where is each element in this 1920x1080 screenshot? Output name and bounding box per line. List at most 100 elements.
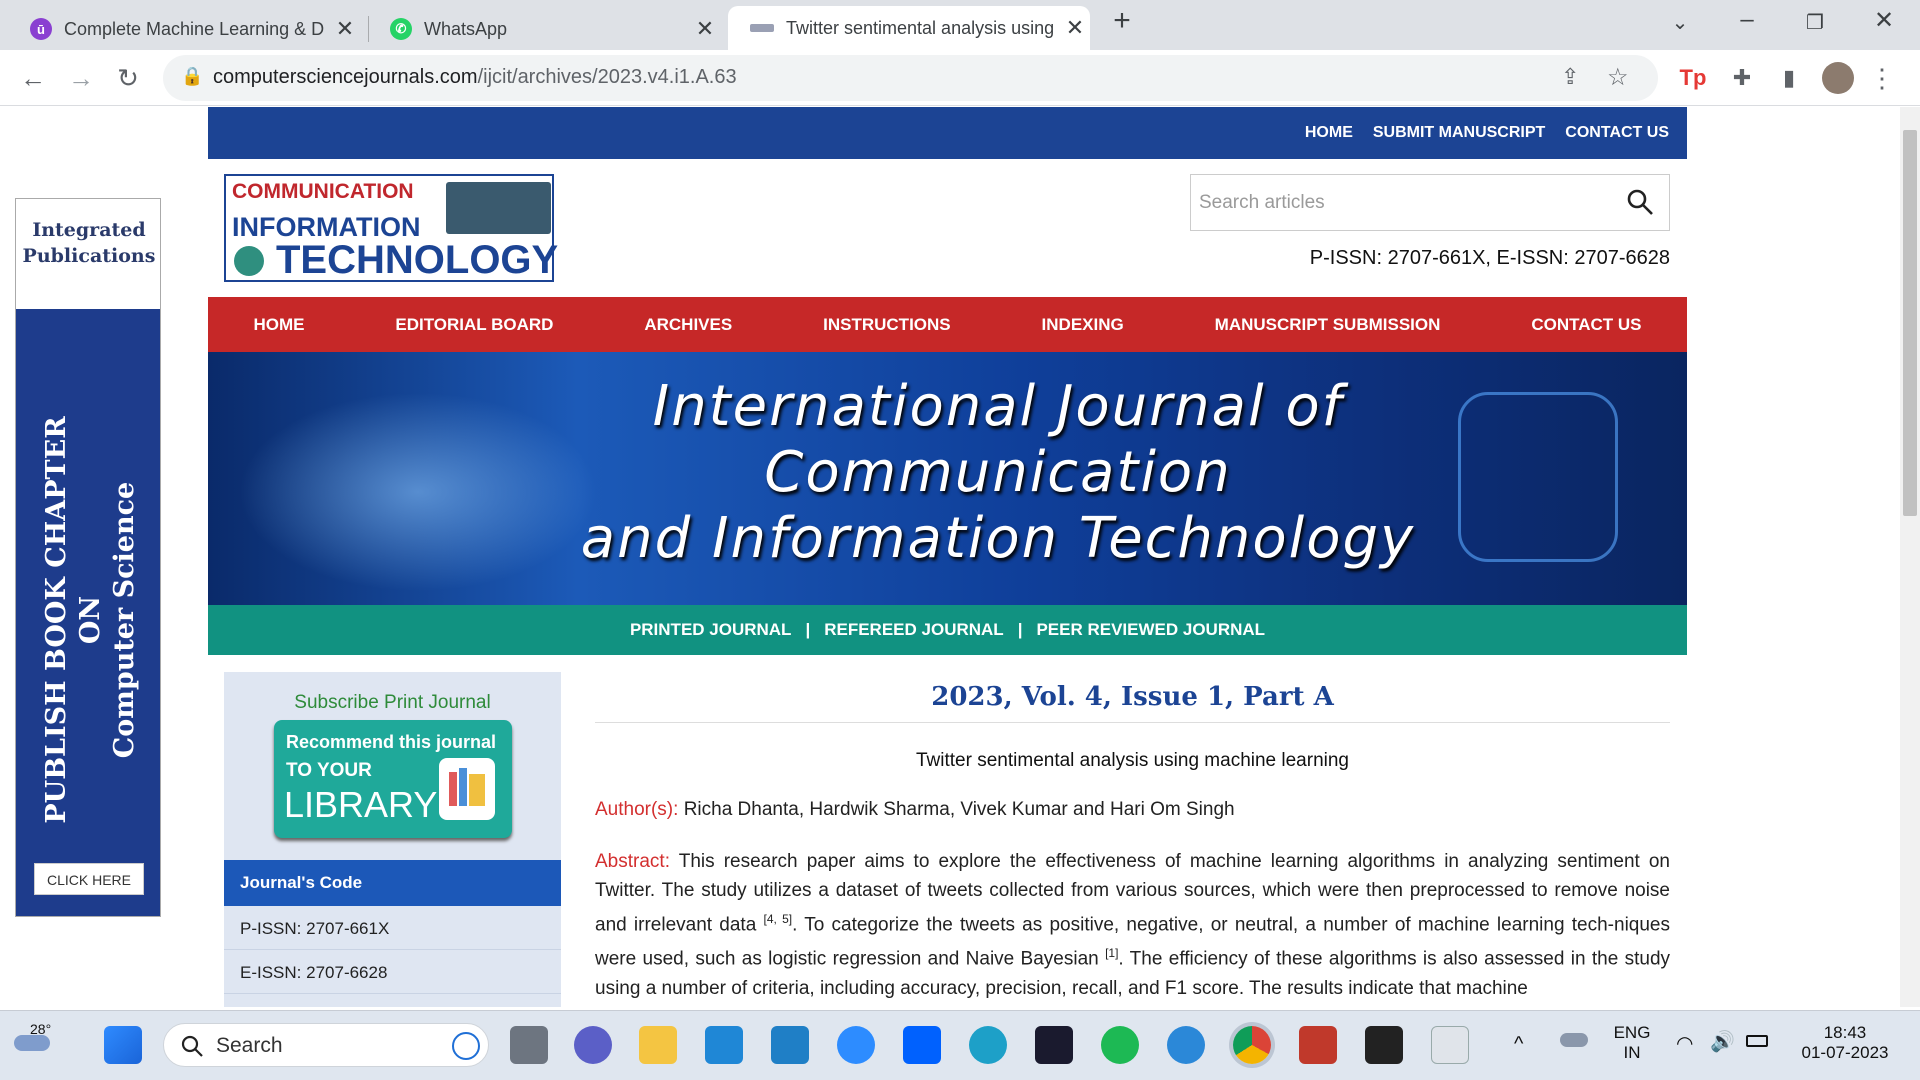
restore-button[interactable]: ❐ [1795, 10, 1835, 35]
books-icon [439, 758, 495, 820]
recommend-library-badge[interactable]: Recommend this journal TO YOUR LIBRARY [274, 720, 512, 838]
language-indicator[interactable]: ENG IN [1612, 1023, 1652, 1063]
share-icon[interactable]: ⇪ [1561, 64, 1579, 90]
sidebar: Subscribe Print Journal Recommend this j… [224, 672, 561, 1007]
teams-chat-icon[interactable] [574, 1026, 612, 1064]
sidebar-row-empty [224, 994, 561, 1007]
nav-archives[interactable]: ARCHIVES [644, 315, 732, 335]
nav-home[interactable]: HOME [253, 315, 304, 335]
authors-line: Author(s): Richa Dhanta, Hardwik Sharma,… [595, 799, 1235, 821]
banner-line3: and Information Technology [580, 506, 1416, 571]
extension-tp-icon[interactable]: Tp [1677, 62, 1709, 94]
window-close-button[interactable]: ✕ [1864, 6, 1904, 35]
side-panel-icon[interactable]: ▮ [1773, 62, 1805, 94]
subscribe-heading[interactable]: Subscribe Print Journal [224, 692, 561, 714]
scrollbar-thumb[interactable] [1903, 130, 1917, 516]
minimize-button[interactable]: – [1727, 6, 1767, 34]
circuit-chip-icon [446, 182, 551, 234]
vscode-icon[interactable] [705, 1026, 743, 1064]
chrome-icon[interactable] [1233, 1026, 1271, 1064]
top-nav-submit-manuscript[interactable]: SUBMIT MANUSCRIPT [1373, 124, 1545, 142]
issn-line: P-ISSN: 2707-661X, E-ISSN: 2707-6628 [1309, 247, 1670, 269]
badge-line1: Recommend this journal [286, 732, 497, 752]
address-bar[interactable]: 🔒 computersciencejournals.com/ijcit/arch… [163, 55, 1658, 101]
spotify-icon[interactable] [1101, 1026, 1139, 1064]
journal-banner: International Journal of Communication a… [208, 352, 1687, 605]
python-file-icon[interactable] [1431, 1026, 1469, 1064]
windows-start-icon[interactable] [104, 1026, 142, 1064]
journal-logo[interactable]: COMMUNICATION INFORMATION TECHNOLOGY [224, 174, 558, 282]
citation-ref[interactable]: [1] [1105, 946, 1118, 960]
bing-icon[interactable] [452, 1032, 480, 1060]
search-icon[interactable] [1625, 187, 1655, 217]
nav-editorial-board[interactable]: EDITORIAL BOARD [395, 315, 553, 335]
terminal-icon[interactable] [1365, 1026, 1403, 1064]
top-nav-contact-us[interactable]: CONTACT US [1565, 124, 1669, 142]
lang-region: IN [1623, 1043, 1641, 1062]
web-page: Integrated Publications PUBLISH BOOK CHA… [0, 107, 1900, 1007]
forward-button[interactable]: → [65, 62, 97, 94]
dropbox-icon[interactable] [903, 1026, 941, 1064]
xampp-icon[interactable] [1299, 1026, 1337, 1064]
url-path: /ijcit/archives/2023.v4.i1.A.63 [477, 66, 737, 88]
onedrive-cloud-icon[interactable] [1560, 1033, 1588, 1047]
logo-line1: COMMUNICATION [232, 180, 414, 203]
menu-kebab-icon[interactable]: ⋮ [1866, 62, 1898, 94]
citation-ref[interactable]: [4, 5] [763, 912, 792, 926]
url-host: computersciencejournals.com [213, 66, 478, 88]
file-explorer-icon[interactable] [639, 1026, 677, 1064]
close-icon[interactable]: ✕ [690, 16, 720, 42]
divider [595, 722, 1670, 723]
nav-manuscript-submission[interactable]: MANUSCRIPT SUBMISSION [1215, 315, 1441, 335]
top-nav-home[interactable]: HOME [1305, 124, 1353, 142]
tab-search-chevron-icon[interactable]: ⌄ [1660, 10, 1700, 35]
tab-twitter-sentimental[interactable]: Twitter sentimental analysis using ✕ [728, 6, 1090, 50]
task-view-icon[interactable] [510, 1026, 548, 1064]
tab-whatsapp[interactable]: ✆ WhatsApp ✕ [368, 8, 720, 50]
clock-date: 01-07-2023 [1801, 1043, 1889, 1062]
banner-line1: International Journal of [652, 374, 1344, 439]
edge-icon[interactable] [969, 1026, 1007, 1064]
bookmark-star-icon[interactable]: ☆ [1607, 63, 1629, 92]
browser-toolbar: ← → ↻ 🔒 computersciencejournals.com/ijci… [0, 50, 1920, 106]
tab-title: WhatsApp [424, 18, 508, 39]
url-text[interactable]: computersciencejournals.com/ijcit/archiv… [213, 66, 737, 89]
ad-banner[interactable]: Integrated Publications PUBLISH BOOK CHA… [15, 198, 161, 917]
wifi-icon[interactable]: ◠ [1676, 1031, 1693, 1056]
search-icon [181, 1035, 203, 1057]
reload-button[interactable]: ↻ [112, 62, 144, 94]
myhp-icon[interactable] [771, 1026, 809, 1064]
ad-vertical-text: PUBLISH BOOK CHAPTER ON Computer Science [40, 350, 142, 890]
banner-hexagon-graphic [1458, 392, 1618, 562]
battery-icon[interactable] [1746, 1035, 1768, 1047]
zoom-icon[interactable] [837, 1026, 875, 1064]
nav-contact-us[interactable]: CONTACT US [1531, 315, 1641, 335]
nav-indexing[interactable]: INDEXING [1042, 315, 1124, 335]
extensions-puzzle-icon[interactable]: ✚ [1726, 62, 1758, 94]
ad-click-here-button[interactable]: CLICK HERE [34, 863, 144, 895]
volume-icon[interactable]: 🔊 [1710, 1029, 1735, 1054]
help-icon[interactable] [1167, 1026, 1205, 1064]
intellij-icon[interactable] [1035, 1026, 1073, 1064]
tab-title: Twitter sentimental analysis using [786, 17, 1055, 38]
nav-instructions[interactable]: INSTRUCTIONS [823, 315, 951, 335]
search-input[interactable]: Search articles [1190, 174, 1670, 231]
logo-line3: TECHNOLOGY [276, 238, 559, 282]
close-icon[interactable]: ✕ [1060, 15, 1090, 41]
close-icon[interactable]: ✕ [330, 16, 360, 42]
back-button[interactable]: ← [17, 62, 49, 94]
badge-line3: LIBRARY [284, 784, 438, 825]
chevron-up-icon[interactable]: ^ [1514, 1033, 1523, 1056]
taskbar-search[interactable]: Search [163, 1023, 489, 1067]
udemy-icon: ū [30, 18, 52, 40]
ad-line2: ON [75, 595, 106, 645]
sidebar-e-issn: E-ISSN: 2707-6628 [224, 950, 561, 994]
tab-machine-learning[interactable]: ū Complete Machine Learning & D ✕ [8, 8, 360, 50]
weather-temp[interactable]: 28° [30, 1021, 51, 1037]
tag-printed: PRINTED JOURNAL [629, 620, 792, 639]
lock-icon: 🔒 [181, 66, 204, 86]
clock[interactable]: 18:43 01-07-2023 [1790, 1023, 1900, 1063]
ad-line1: PUBLISH BOOK CHAPTER [41, 416, 72, 824]
profile-avatar[interactable] [1822, 62, 1854, 94]
new-tab-button[interactable]: + [1102, 4, 1142, 38]
